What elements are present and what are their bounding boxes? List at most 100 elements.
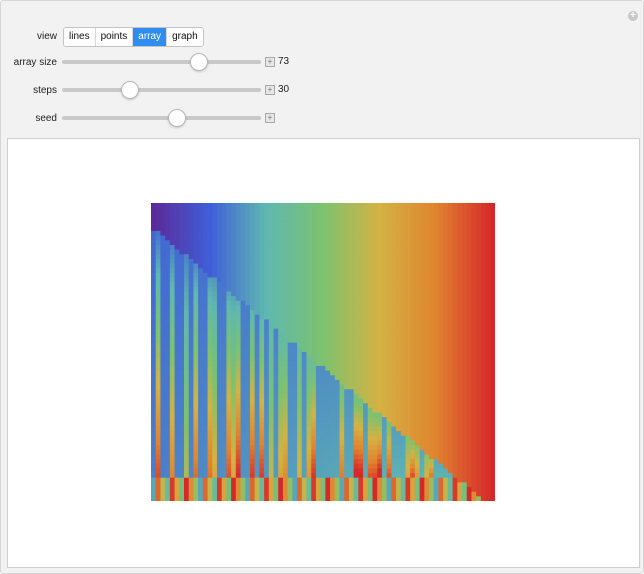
array-cell — [183, 319, 190, 325]
array-cell — [344, 426, 350, 432]
array-cell — [386, 338, 392, 344]
array-cell — [447, 310, 453, 316]
array-cell — [282, 417, 289, 423]
steps-plus-icon[interactable]: + — [265, 85, 275, 95]
array-cell — [320, 482, 326, 488]
array-cell — [155, 305, 161, 311]
array-cell — [353, 258, 359, 264]
array-cell — [282, 352, 289, 358]
view-option-points[interactable]: points — [95, 28, 134, 46]
array-cell — [292, 384, 298, 390]
array-size-plus-icon[interactable]: + — [265, 57, 275, 67]
array-cell — [480, 393, 486, 399]
array-cell — [245, 491, 251, 497]
array-cell — [410, 431, 416, 437]
array-cell — [438, 207, 444, 213]
array-cell — [264, 244, 270, 250]
array-cell — [240, 207, 246, 213]
array-cell — [311, 417, 317, 423]
array-cell — [447, 314, 453, 320]
array-cell — [160, 463, 166, 469]
array-cell — [235, 221, 241, 227]
array-size-slider-thumb[interactable] — [190, 53, 209, 71]
array-cell — [188, 226, 194, 232]
view-option-graph[interactable]: graph — [167, 28, 203, 46]
array-cell — [447, 496, 453, 501]
array-cell — [377, 403, 383, 409]
array-cell — [396, 249, 402, 255]
array-cell — [259, 296, 265, 302]
array-cell — [353, 300, 359, 306]
seed-plus-icon[interactable]: + — [265, 113, 275, 123]
expand-plus-icon[interactable]: + — [628, 11, 638, 21]
array-cell — [301, 296, 307, 302]
array-cell — [240, 291, 246, 297]
array-cell — [480, 361, 486, 367]
array-cell — [405, 454, 411, 460]
array-cell — [216, 347, 223, 353]
array-cell — [414, 426, 420, 432]
array-cell — [471, 249, 477, 255]
array-cell — [410, 207, 416, 213]
array-cell — [424, 226, 430, 232]
array-size-slider[interactable] — [62, 60, 261, 64]
array-cell — [292, 258, 298, 264]
array-cell — [367, 370, 373, 376]
steps-slider-thumb[interactable] — [120, 81, 139, 99]
array-cell — [160, 384, 166, 390]
array-cell — [151, 356, 157, 362]
array-cell — [377, 277, 383, 283]
array-cell — [386, 435, 392, 441]
array-cell — [301, 230, 307, 236]
array-cell — [396, 258, 402, 264]
array-cell — [372, 482, 378, 488]
array-cell — [212, 468, 218, 474]
array-cell — [264, 277, 270, 283]
array-cell — [207, 263, 213, 269]
array-cell — [396, 272, 402, 278]
array-cell — [381, 421, 388, 427]
array-cell — [179, 314, 185, 320]
array-cell — [391, 440, 397, 446]
array-cell — [315, 473, 322, 479]
array-cell — [301, 491, 307, 497]
array-cell — [339, 487, 345, 493]
array-cell — [165, 365, 171, 372]
view-label: view — [36, 31, 57, 42]
array-cell — [231, 487, 237, 493]
array-cell — [462, 473, 468, 479]
array-cell — [452, 305, 458, 311]
array-cell — [353, 310, 359, 316]
array-cell — [207, 379, 213, 385]
array-cell — [353, 463, 359, 469]
array-cell — [259, 305, 265, 311]
seed-slider[interactable] — [62, 116, 261, 120]
array-cell — [306, 482, 312, 488]
seed-slider-thumb[interactable] — [168, 109, 187, 127]
array-cell — [429, 435, 435, 441]
array-cell — [325, 431, 331, 437]
array-cell — [165, 482, 171, 488]
view-option-lines[interactable]: lines — [64, 28, 96, 46]
view-option-array[interactable]: array — [133, 28, 168, 46]
array-cell — [447, 426, 453, 432]
array-cell — [377, 249, 383, 255]
array-cell — [405, 421, 411, 427]
array-cell — [221, 235, 227, 241]
array-cell — [377, 454, 383, 460]
array-cell — [367, 244, 373, 250]
array-cell — [198, 305, 204, 311]
array-cell — [264, 361, 270, 367]
array-cell — [179, 277, 185, 283]
array-cell — [165, 398, 171, 404]
array-cell — [480, 352, 486, 358]
array-cell — [207, 361, 213, 367]
array-cell — [165, 333, 171, 339]
array-cell — [396, 496, 402, 501]
steps-slider[interactable] — [62, 88, 261, 92]
array-cell — [160, 286, 166, 292]
array-cell — [221, 454, 227, 460]
array-cell — [160, 291, 166, 297]
array-cell — [151, 258, 157, 264]
array-cell — [287, 412, 293, 418]
